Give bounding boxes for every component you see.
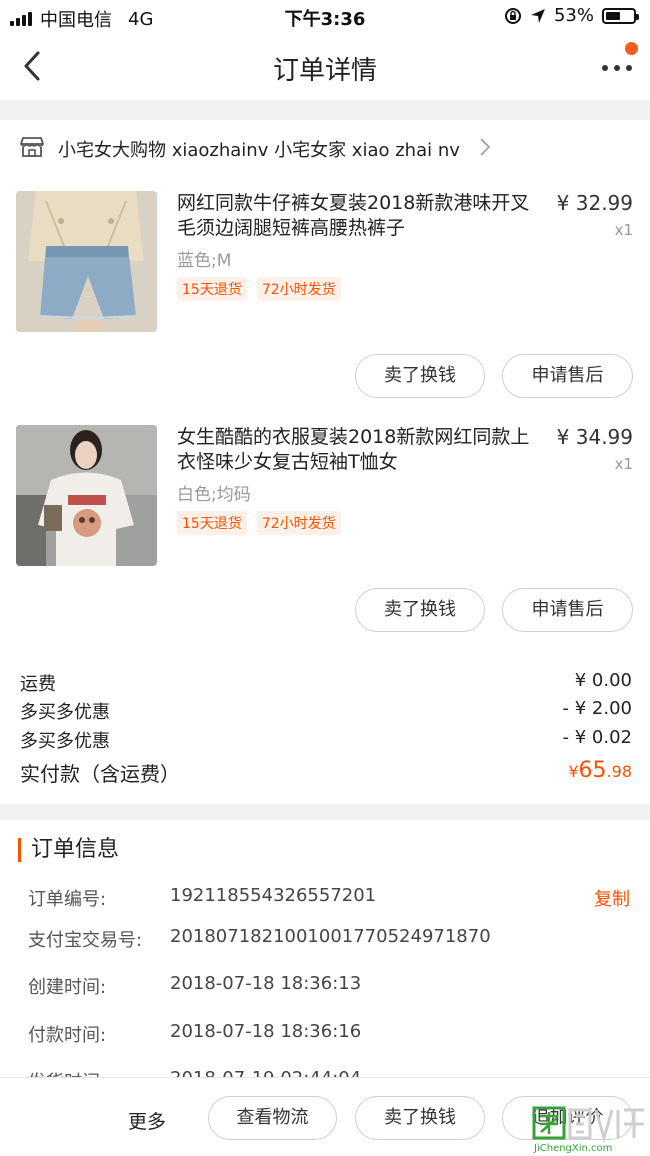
fee-value: - ¥ 0.02 <box>562 727 632 748</box>
fee-value: - ¥ 2.00 <box>562 698 632 719</box>
item-sku: 白色;均码 <box>177 485 251 505</box>
store-icon <box>20 137 44 157</box>
notification-dot <box>625 42 638 55</box>
item-sku: 蓝色;M <box>177 251 232 271</box>
product-image-shorts <box>16 191 157 332</box>
product-image-tshirt <box>16 425 157 566</box>
item-price: ¥ 34.99 <box>556 425 633 449</box>
sell-for-cash-button[interactable]: 卖了换钱 <box>355 1096 485 1140</box>
page-title: 订单详情 <box>272 56 377 86</box>
order-item[interactable]: 网红同款牛仔裤女夏装2018新款港味开叉毛须边阔腿短裤高腰热裤子 ¥ 32.99… <box>0 191 650 341</box>
nav-bar: 订单详情 <box>0 34 650 100</box>
info-key: 支付宝交易号: <box>28 930 143 951</box>
status-bar: 中国电信 4G 下午3:36 53% <box>0 0 650 34</box>
chevron-right-icon <box>480 138 491 156</box>
after-sales-button[interactable]: 申请售后 <box>502 354 633 398</box>
sell-for-cash-button[interactable]: 卖了换钱 <box>355 354 485 398</box>
fee-row-discount: 多买多优惠 - ¥ 2.00 <box>20 698 632 724</box>
location-icon <box>530 8 545 23</box>
item-quantity: x1 <box>614 455 633 473</box>
item-title[interactable]: 女生酷酷的衣服夏装2018新款网红同款上衣怪味少女复古短袖T恤女 <box>177 425 542 475</box>
view-logistics-button[interactable]: 查看物流 <box>208 1096 337 1140</box>
total-label: 实付款（含运费） <box>20 762 180 786</box>
item-quantity: x1 <box>614 221 633 239</box>
section-gap <box>0 100 650 120</box>
section-gap <box>0 804 650 820</box>
more-button[interactable]: 更多 <box>128 1107 166 1134</box>
total-currency: ¥ <box>568 762 579 781</box>
shop-name: 小宅女大购物 xiaozhainv 小宅女家 xiao zhai nv <box>58 140 460 161</box>
order-item[interactable]: 女生酷酷的衣服夏装2018新款网红同款上衣怪味少女复古短袖T恤女 ¥ 34.99… <box>0 425 650 575</box>
item-price: ¥ 32.99 <box>556 191 633 215</box>
info-key: 创建时间: <box>28 977 107 998</box>
info-value: 2018071821001001770524971870 <box>170 926 491 947</box>
battery-icon <box>602 7 639 24</box>
info-key: 订单编号: <box>28 889 107 910</box>
info-value: 192118554326557201 <box>170 885 377 906</box>
tag-return: 15天退货 <box>177 277 247 301</box>
info-key: 付款时间: <box>28 1025 107 1046</box>
tag-shipping: 72小时发货 <box>256 511 341 535</box>
info-value: 2018-07-18 18:36:16 <box>170 1021 362 1042</box>
fee-label: 多买多优惠 <box>20 702 110 723</box>
total-paid-row: 实付款（含运费） ¥65.98 <box>20 758 632 788</box>
copy-button[interactable]: 复制 <box>594 885 630 911</box>
total-value: ¥65.98 <box>568 758 632 783</box>
after-sales-button[interactable]: 申请售后 <box>502 588 633 632</box>
total-integer: 65 <box>578 758 607 783</box>
sell-for-cash-button[interactable]: 卖了换钱 <box>355 588 485 632</box>
order-info-title: 订单信息 <box>18 838 119 862</box>
item-tags: 15天退货 72小时发货 <box>177 511 341 535</box>
fee-row-shipping: 运费 ¥ 0.00 <box>20 670 632 696</box>
shop-header[interactable]: 小宅女大购物 xiaozhainv 小宅女家 xiao zhai nv <box>0 120 650 176</box>
tag-return: 15天退货 <box>177 511 247 535</box>
fee-label: 运费 <box>20 674 56 695</box>
status-right: 53% <box>504 5 639 26</box>
battery-percent: 53% <box>553 5 594 26</box>
fee-label: 多买多优惠 <box>20 731 110 752</box>
tag-shipping: 72小时发货 <box>256 277 341 301</box>
watermark-text: JiChengXin.com <box>534 1143 613 1154</box>
rotation-lock-icon <box>504 7 521 24</box>
more-dots-icon[interactable] <box>600 58 634 78</box>
fee-value: ¥ 0.00 <box>574 670 632 691</box>
total-decimal: .98 <box>606 762 632 781</box>
fee-row-discount: 多买多优惠 - ¥ 0.02 <box>20 727 632 753</box>
item-tags: 15天退货 72小时发货 <box>177 277 341 301</box>
item-title[interactable]: 网红同款牛仔裤女夏装2018新款港味开叉毛须边阔腿短裤高腰热裤子 <box>177 191 542 241</box>
info-value: 2018-07-18 18:36:13 <box>170 973 362 994</box>
